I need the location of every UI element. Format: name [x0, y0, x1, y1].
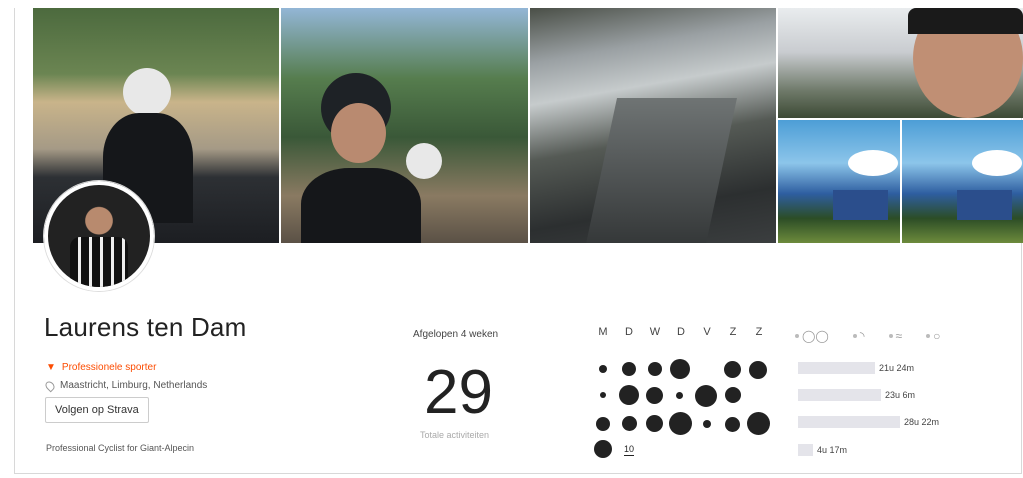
- location-pin-icon: [43, 379, 57, 392]
- activity-dot[interactable]: [596, 417, 610, 431]
- swim-icon: ≈: [895, 329, 903, 343]
- other-icon: ○: [933, 329, 941, 343]
- activity-dot[interactable]: [725, 417, 740, 432]
- total-activities-label: Totale activiteiten: [420, 430, 490, 440]
- tab-indicator: [888, 334, 893, 338]
- athlete-bio: Professional Cyclist for Giant-Alpecin: [46, 443, 195, 453]
- jersey-shape: [70, 237, 128, 287]
- activity-dot[interactable]: [622, 416, 637, 431]
- activity-dot[interactable]: [695, 385, 717, 407]
- weekly-time-label: 4u 17m: [817, 445, 848, 455]
- weekly-time-label: 28u 22m: [904, 417, 940, 427]
- follow-button[interactable]: Volgen op Strava: [45, 397, 149, 423]
- activity-dot[interactable]: [599, 365, 607, 373]
- activity-dot[interactable]: [600, 392, 606, 398]
- weekday-label: Z: [729, 326, 737, 338]
- activity-dot[interactable]: [619, 385, 639, 405]
- weekly-time-row[interactable]: 28u 22m: [798, 415, 939, 429]
- activity-dot[interactable]: [648, 362, 662, 376]
- activity-dot[interactable]: [724, 361, 741, 378]
- weekly-time-bar: [798, 389, 881, 401]
- weekly-time-row[interactable]: 23u 6m: [798, 388, 915, 402]
- activity-dot[interactable]: [669, 412, 692, 435]
- face-shape: [331, 103, 386, 163]
- weekly-time-label: 23u 6m: [885, 390, 916, 400]
- weekday-label: W: [649, 326, 661, 338]
- athlete-location-label: Maastricht, Limburg, Netherlands: [60, 380, 208, 391]
- activity-dot[interactable]: [703, 420, 711, 428]
- tab-indicator: [795, 334, 799, 338]
- total-activities-count: 29: [424, 358, 493, 427]
- activity-dot[interactable]: [747, 412, 770, 435]
- weekday-label: D: [625, 326, 633, 338]
- tab-run[interactable]: ◝: [852, 329, 865, 343]
- house-shape: [957, 190, 1012, 220]
- athlete-location: Maastricht, Limburg, Netherlands: [43, 379, 208, 392]
- weekday-label: D: [677, 326, 685, 338]
- pro-badge-icon: ▼: [46, 362, 56, 373]
- bike-icon: ◯◯: [802, 329, 829, 343]
- shoe-icon: ◝: [859, 329, 865, 343]
- tab-indicator: [852, 334, 857, 338]
- photo-closeup-face[interactable]: [778, 8, 1023, 118]
- current-week-count: 10: [624, 444, 635, 456]
- athlete-name: Laurens ten Dam: [44, 312, 247, 342]
- cloud-shape: [972, 150, 1022, 176]
- photo-blue-house-1[interactable]: [778, 120, 900, 243]
- helmet-shape: [123, 68, 171, 116]
- weekday-label: M: [598, 326, 608, 338]
- tab-other[interactable]: ○: [926, 329, 940, 343]
- activity-dot[interactable]: [594, 440, 612, 458]
- activity-dot[interactable]: [670, 359, 690, 379]
- photo-strip: [33, 8, 1023, 243]
- helmet-shape: [406, 143, 442, 179]
- profile-card: [14, 8, 1023, 474]
- photo-selfie-motorcycle[interactable]: [281, 8, 528, 243]
- tab-indicator: [926, 334, 931, 338]
- weekly-time-bar: [798, 444, 813, 456]
- tab-swim[interactable]: ≈: [888, 329, 903, 343]
- weekday-label: V: [703, 326, 711, 338]
- avatar[interactable]: [44, 181, 154, 291]
- house-shape: [833, 190, 888, 220]
- activity-dot[interactable]: [646, 387, 663, 404]
- weekday-label: Z: [755, 326, 763, 338]
- weekly-time-bar: [798, 362, 875, 374]
- athlete-role: ▼ Professionele sporter: [46, 362, 156, 373]
- road-shape: [582, 98, 738, 243]
- activity-dot[interactable]: [725, 387, 741, 403]
- weekly-time-bar: [798, 416, 900, 428]
- weekly-time-row[interactable]: 21u 24m: [798, 361, 914, 375]
- cap-shape: [908, 8, 1023, 34]
- athlete-role-label: Professionele sporter: [61, 362, 157, 373]
- sport-tabs: ◯◯ ◝ ≈ ○: [795, 329, 940, 343]
- jersey-shape: [301, 168, 421, 243]
- cloud-shape: [848, 150, 898, 176]
- activity-dot[interactable]: [622, 362, 636, 376]
- activity-dot[interactable]: [749, 361, 767, 379]
- photo-blue-house-2[interactable]: [902, 120, 1023, 243]
- photo-wet-road[interactable]: [530, 8, 776, 243]
- weekly-time-row[interactable]: 4u 17m: [798, 443, 847, 457]
- activity-dot[interactable]: [646, 415, 663, 432]
- weekly-time-label: 21u 24m: [879, 363, 915, 373]
- tab-bike[interactable]: ◯◯: [795, 329, 829, 343]
- activity-dot[interactable]: [676, 392, 683, 399]
- stats-period-label: Afgelopen 4 weken: [413, 329, 499, 340]
